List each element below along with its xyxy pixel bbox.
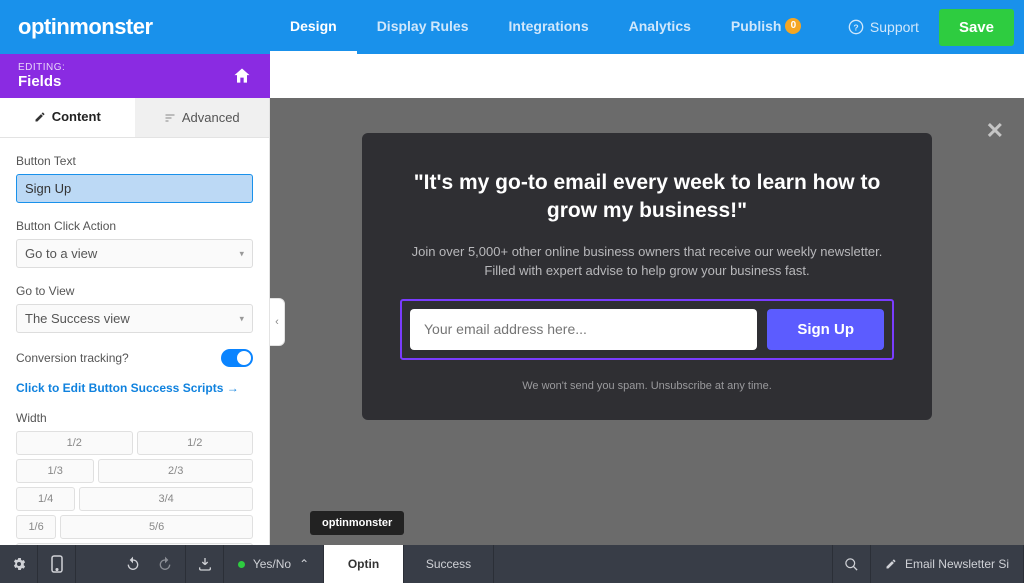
- nav-tabs: Design Display Rules Integrations Analyt…: [270, 0, 821, 54]
- button-text-label: Button Text: [16, 154, 253, 168]
- sidebar-tab-advanced[interactable]: Advanced: [135, 98, 270, 137]
- sidebar-tab-advanced-label: Advanced: [182, 110, 240, 125]
- gear-icon: [11, 556, 27, 572]
- pencil-icon: [34, 111, 46, 123]
- sliders-icon: [164, 112, 176, 124]
- signup-row: Sign Up: [400, 299, 894, 360]
- width-option-two-thirds[interactable]: 2/3: [98, 459, 253, 483]
- bottom-spacer: [494, 545, 833, 583]
- nav-right: ? Support Save: [836, 9, 1024, 46]
- width-option-quarter[interactable]: 1/4: [16, 487, 75, 511]
- width-grid: 1/2 1/2 1/3 2/3 1/4 3/4 1/6: [16, 431, 253, 545]
- close-icon[interactable]: ✕: [986, 118, 1004, 144]
- search-button[interactable]: [833, 545, 871, 583]
- bottom-bar: Yes/No ⌃ Optin Success Email Newsletter …: [0, 545, 1024, 583]
- popup-headline[interactable]: "It's my go-to email every week to learn…: [400, 169, 894, 226]
- svg-text:?: ?: [853, 22, 858, 32]
- canvas-top-strip: [270, 54, 1024, 98]
- width-label: Width: [16, 411, 253, 425]
- pencil-icon: [885, 558, 897, 570]
- width-option-five-sixths[interactable]: 5/6: [60, 515, 253, 539]
- sidebar-body: Button Text Button Click Action Go to a …: [0, 138, 269, 545]
- button-click-action-select[interactable]: Go to a view: [16, 239, 253, 268]
- sidebar-tab-content-label: Content: [52, 109, 101, 124]
- nav-tab-publish-label: Publish: [731, 18, 782, 34]
- undo-icon: [125, 556, 141, 572]
- help-icon: ?: [848, 19, 864, 35]
- button-click-action-label: Button Click Action: [16, 219, 253, 233]
- step-yesno[interactable]: Yes/No ⌃: [224, 545, 324, 583]
- download-icon: [197, 556, 213, 572]
- editing-title: Fields: [18, 73, 65, 90]
- main-area: EDITING: Fields Content Advanced: [0, 54, 1024, 545]
- step-optin[interactable]: Optin: [324, 545, 404, 583]
- save-button[interactable]: Save: [939, 9, 1014, 46]
- nav-tab-design[interactable]: Design: [270, 0, 357, 54]
- step-success[interactable]: Success: [404, 545, 494, 583]
- conversion-tracking-toggle[interactable]: [221, 349, 253, 367]
- search-icon: [844, 557, 859, 572]
- mobile-preview-button[interactable]: [38, 545, 76, 583]
- support-label: Support: [870, 19, 919, 35]
- go-to-view-select[interactable]: The Success view: [16, 304, 253, 333]
- width-option-three-quarters[interactable]: 3/4: [79, 487, 253, 511]
- go-to-view-label: Go to View: [16, 284, 253, 298]
- nav-tab-display-rules[interactable]: Display Rules: [357, 0, 489, 54]
- canvas-wrap: ‹ ✕ "It's my go-to email every week to l…: [270, 54, 1024, 545]
- chevron-up-icon: ⌃: [299, 557, 309, 571]
- sidebar-tab-content[interactable]: Content: [0, 98, 135, 137]
- nav-tab-publish[interactable]: Publish 0: [711, 0, 822, 54]
- edit-success-scripts-link[interactable]: Click to Edit Button Success Scripts →: [16, 381, 239, 395]
- campaign-name-label: Email Newsletter Si: [905, 557, 1009, 571]
- width-option-half-left[interactable]: 1/2: [16, 431, 133, 455]
- publish-badge: 0: [785, 18, 801, 34]
- popup-subtext[interactable]: Join over 5,000+ other online business o…: [400, 242, 894, 281]
- width-option-full[interactable]: 100%: [16, 543, 253, 545]
- signup-button[interactable]: Sign Up: [767, 309, 884, 350]
- nav-tab-analytics[interactable]: Analytics: [609, 0, 711, 54]
- settings-button[interactable]: [0, 545, 38, 583]
- undo-button[interactable]: [125, 556, 141, 572]
- home-icon[interactable]: [232, 66, 252, 86]
- canvas: ‹ ✕ "It's my go-to email every week to l…: [270, 98, 1024, 545]
- button-text-input[interactable]: [16, 174, 253, 203]
- popup-fineprint[interactable]: We won't send you spam. Unsubscribe at a…: [400, 380, 894, 392]
- campaign-name[interactable]: Email Newsletter Si: [871, 545, 1024, 583]
- sidebar-collapse-handle[interactable]: ‹: [269, 298, 285, 346]
- width-option-sixth[interactable]: 1/6: [16, 515, 56, 539]
- optinmonster-badge: optinmonster: [310, 511, 404, 535]
- email-input[interactable]: [410, 309, 757, 350]
- support-link[interactable]: ? Support: [836, 19, 931, 35]
- editing-bar: EDITING: Fields: [0, 54, 270, 98]
- undo-redo-group: [76, 545, 186, 583]
- sidebar-panel: Content Advanced Button Text Button Clic…: [0, 98, 270, 545]
- status-dot-icon: [238, 561, 245, 568]
- brand-logo: optinmonster: [0, 14, 270, 40]
- width-option-third[interactable]: 1/3: [16, 459, 94, 483]
- import-button[interactable]: [186, 545, 224, 583]
- top-nav: optinmonster Design Display Rules Integr…: [0, 0, 1024, 54]
- popup-preview: "It's my go-to email every week to learn…: [362, 133, 932, 420]
- nav-tab-integrations[interactable]: Integrations: [489, 0, 609, 54]
- mobile-icon: [51, 555, 63, 573]
- sidebar-tabs: Content Advanced: [0, 98, 269, 138]
- redo-button[interactable]: [157, 556, 173, 572]
- conversion-tracking-label: Conversion tracking?: [16, 351, 129, 365]
- redo-icon: [157, 556, 173, 572]
- step-yesno-label: Yes/No: [253, 557, 291, 571]
- editing-label: EDITING:: [18, 62, 65, 73]
- width-option-half-right[interactable]: 1/2: [137, 431, 254, 455]
